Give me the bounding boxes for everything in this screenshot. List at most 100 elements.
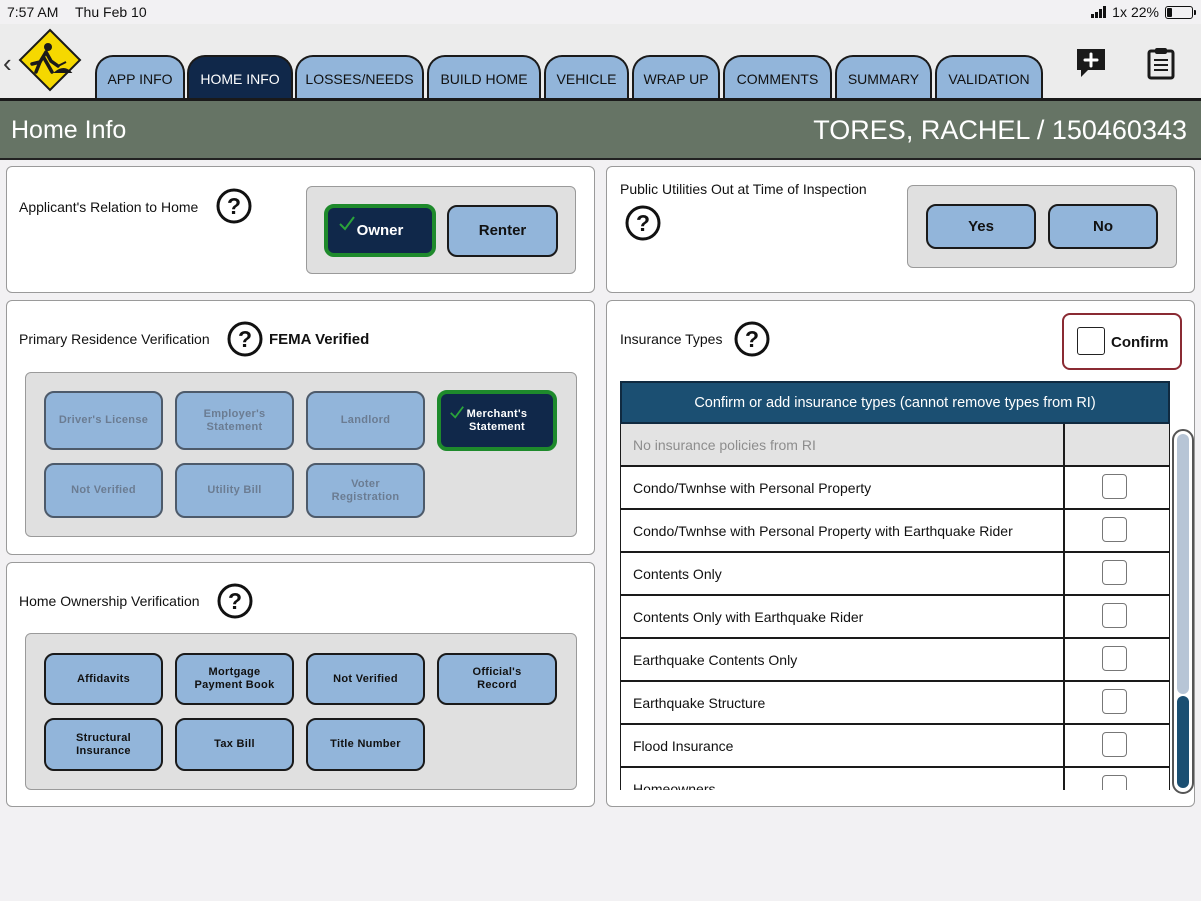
renter-label: Renter	[478, 222, 527, 240]
confirm-checkbox-box[interactable]	[1077, 327, 1105, 355]
insurance-type-checkbox[interactable]	[1102, 560, 1127, 585]
insurance-table-header: Confirm or add insurance types (cannot r…	[620, 381, 1170, 424]
table-row[interactable]: Condo/Twnhse with Personal Property with…	[620, 510, 1170, 553]
insurance-type-checkbox[interactable]	[1102, 474, 1127, 499]
status-right: 1x 22%	[1091, 4, 1196, 20]
officials-record-label: Official's Record	[472, 666, 522, 691]
affidavits-label: Affidavits	[76, 672, 131, 685]
tab-losses-needs[interactable]: LOSSES/NEEDS	[295, 55, 424, 100]
insurance-type-checkbox[interactable]	[1102, 517, 1127, 542]
empty-row-text: No insurance policies from RI	[633, 437, 816, 453]
merchants-statement-button[interactable]: Merchant's Statement	[437, 390, 557, 451]
ownership-options: Affidavits Mortgage Payment Book Not Ver…	[25, 633, 577, 790]
help-icon[interactable]: ?	[227, 321, 263, 357]
not-verified-label: Not Verified	[333, 672, 398, 685]
svg-text:?: ?	[238, 326, 252, 352]
checkmark-icon	[339, 216, 355, 231]
affidavits-button[interactable]: Affidavits	[44, 653, 163, 705]
title-bar: Home Info TORES, RACHEL / 150460343	[0, 101, 1201, 158]
tab-summary[interactable]: SUMMARY	[835, 55, 932, 100]
help-icon[interactable]: ?	[217, 583, 253, 619]
table-row[interactable]: Condo/Twnhse with Personal Property	[620, 467, 1170, 510]
checkmark-icon	[450, 406, 464, 419]
tab-comments[interactable]: COMMENTS	[723, 55, 832, 100]
applicant-name: TORES, RACHEL / 150460343	[813, 115, 1187, 145]
tax-bill-button[interactable]: Tax Bill	[175, 718, 294, 771]
officials-record-button[interactable]: Official's Record	[437, 653, 557, 705]
not-verified-button[interactable]: Not Verified	[44, 463, 163, 518]
help-icon[interactable]: ?	[734, 321, 770, 357]
insurance-table[interactable]: No insurance policies from RI Condo/Twnh…	[620, 424, 1170, 790]
construction-worker-sign-icon	[18, 28, 82, 92]
utility-bill-button[interactable]: Utility Bill	[175, 463, 294, 518]
insurance-type-checkbox[interactable]	[1102, 732, 1127, 757]
svg-text:?: ?	[745, 326, 759, 352]
tab-wrap-up[interactable]: WRAP UP	[632, 55, 720, 100]
table-row[interactable]: Earthquake Contents Only	[620, 639, 1170, 682]
clipboard-icon[interactable]	[1144, 46, 1178, 80]
tab-validation[interactable]: VALIDATION	[935, 55, 1043, 100]
chevron-left-icon[interactable]: ‹	[3, 48, 12, 79]
tab-build-home[interactable]: BUILD HOME	[427, 55, 541, 100]
confirm-label: Confirm	[1111, 334, 1169, 351]
help-icon[interactable]: ?	[625, 205, 661, 241]
table-row[interactable]: Flood Insurance	[620, 725, 1170, 768]
insurance-type-checkbox[interactable]	[1102, 775, 1127, 790]
merchants-statement-label: Merchant's Statement	[466, 407, 528, 433]
title-divider	[0, 158, 1201, 160]
column-divider	[1063, 553, 1065, 596]
residence-panel: Primary Residence Verification ? FEMA Ve…	[6, 300, 595, 555]
svg-text:?: ?	[636, 210, 650, 236]
insurance-type-name: Condo/Twnhse with Personal Property with…	[633, 523, 1013, 539]
voter-registration-button[interactable]: Voter Registration	[306, 463, 425, 518]
table-row[interactable]: Homeowners	[620, 768, 1170, 790]
insurance-type-name: Homeowners	[633, 781, 716, 790]
table-scrollbar[interactable]	[1172, 429, 1194, 794]
confirm-checkbox[interactable]: Confirm	[1062, 313, 1182, 370]
svg-text:?: ?	[228, 588, 242, 614]
renter-button[interactable]: Renter	[447, 205, 558, 257]
table-row[interactable]: Contents Only	[620, 553, 1170, 596]
title-number-label: Title Number	[330, 738, 401, 751]
insurance-type-name: Flood Insurance	[633, 738, 734, 754]
ownership-panel: Home Ownership Verification ? Affidavits…	[6, 562, 595, 807]
employers-statement-label: Employer's Statement	[203, 407, 266, 433]
scrollbar-thumb[interactable]	[1177, 696, 1189, 788]
column-divider	[1063, 510, 1065, 553]
drivers-license-button[interactable]: Driver's License	[44, 391, 163, 450]
no-label: No	[1093, 217, 1113, 235]
scrollbar-track-upper	[1177, 434, 1189, 694]
employers-statement-button[interactable]: Employer's Statement	[175, 391, 294, 450]
landlord-button[interactable]: Landlord	[306, 391, 425, 450]
insurance-type-checkbox[interactable]	[1102, 689, 1127, 714]
tab-app-info[interactable]: APP INFO	[95, 55, 185, 100]
title-number-button[interactable]: Title Number	[306, 718, 425, 771]
status-bar: 7:57 AM Thu Feb 10 1x 22%	[0, 0, 1201, 24]
table-row[interactable]: Contents Only with Earthquake Rider	[620, 596, 1170, 639]
not-verified-label: Not Verified	[71, 484, 136, 497]
insurance-type-checkbox[interactable]	[1102, 603, 1127, 628]
voter-registration-label: Voter Registration	[331, 477, 400, 503]
relation-options: Owner Renter	[306, 186, 576, 274]
no-button[interactable]: No	[1048, 204, 1158, 249]
structural-insurance-button[interactable]: Structural Insurance	[44, 718, 163, 771]
add-comment-icon[interactable]	[1074, 46, 1108, 80]
ownership-label: Home Ownership Verification	[19, 593, 200, 609]
svg-text:?: ?	[227, 193, 241, 219]
not-verified-button[interactable]: Not Verified	[306, 653, 425, 705]
yes-button[interactable]: Yes	[926, 204, 1036, 249]
app-header: ‹ APP INFO HOME INFO LOSSES/NEEDS BUILD …	[0, 24, 1201, 101]
column-divider	[1063, 768, 1065, 790]
tab-home-info[interactable]: HOME INFO	[187, 55, 293, 100]
insurance-type-name: Contents Only with Earthquake Rider	[633, 609, 864, 625]
landlord-label: Landlord	[340, 414, 391, 427]
help-icon[interactable]: ?	[216, 188, 252, 224]
mortgage-payment-book-button[interactable]: Mortgage Payment Book	[175, 653, 294, 705]
tab-vehicle[interactable]: VEHICLE	[544, 55, 629, 100]
structural-insurance-label: Structural Insurance	[76, 731, 131, 757]
column-divider	[1063, 467, 1065, 510]
relation-label: Applicant's Relation to Home	[19, 199, 199, 215]
owner-button[interactable]: Owner	[324, 204, 436, 257]
insurance-type-checkbox[interactable]	[1102, 646, 1127, 671]
table-row[interactable]: Earthquake Structure	[620, 682, 1170, 725]
